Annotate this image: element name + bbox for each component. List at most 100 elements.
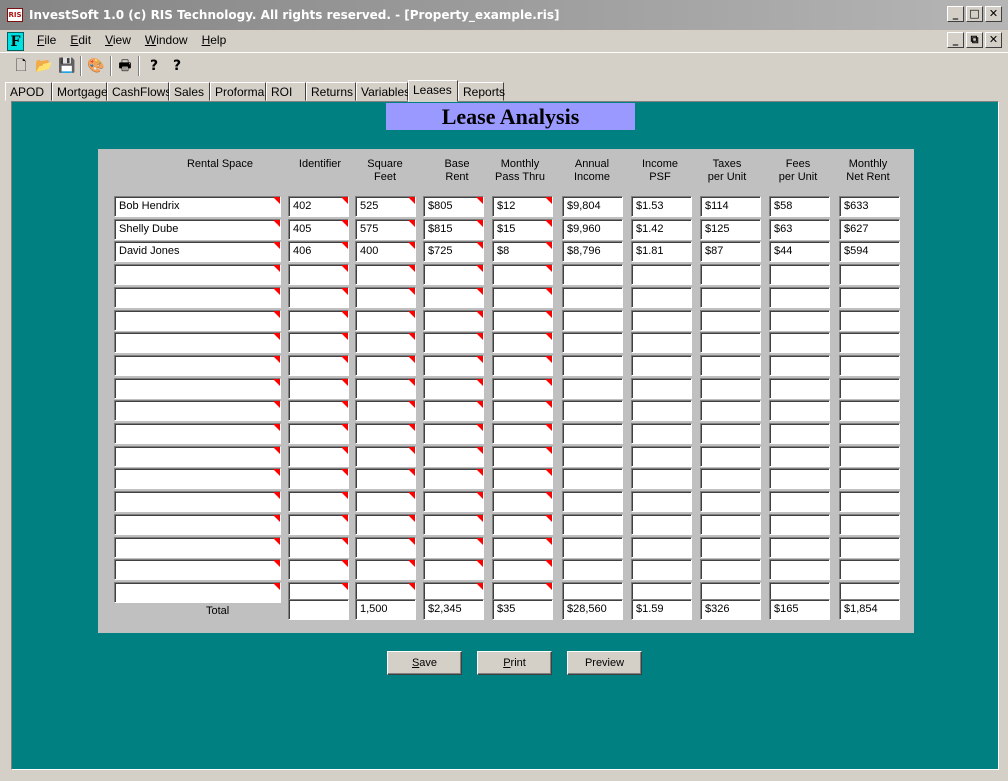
cell-monthly-net-rent[interactable] <box>839 287 900 308</box>
color-palette-icon[interactable]: 🎨 <box>85 56 107 76</box>
total-monthly-pass-thru[interactable]: $35 <box>492 599 553 620</box>
cell-identifier[interactable] <box>288 468 349 489</box>
cell-rental-space[interactable]: Shelly Dube <box>114 219 281 240</box>
print-button[interactable]: Print <box>477 651 552 675</box>
cell-fees-per-unit[interactable] <box>769 423 830 444</box>
cell-fees-per-unit[interactable] <box>769 264 830 285</box>
cell-monthly-net-rent[interactable] <box>839 514 900 535</box>
cell-income-psf[interactable]: $1.81 <box>631 241 692 262</box>
cell-square-feet[interactable] <box>355 423 416 444</box>
cell-annual-income[interactable] <box>562 491 623 512</box>
cell-base-rent[interactable] <box>423 310 484 331</box>
cell-monthly-pass-thru[interactable] <box>492 446 553 467</box>
cell-identifier[interactable] <box>288 264 349 285</box>
printer-icon[interactable]: 🖶 <box>114 56 136 76</box>
cell-annual-income[interactable] <box>562 310 623 331</box>
menu-file[interactable]: File <box>30 32 63 48</box>
cell-fees-per-unit[interactable] <box>769 446 830 467</box>
cell-taxes-per-unit[interactable] <box>700 378 761 399</box>
cell-monthly-net-rent[interactable] <box>839 400 900 421</box>
cell-identifier[interactable] <box>288 287 349 308</box>
cell-monthly-net-rent[interactable] <box>839 378 900 399</box>
cell-base-rent[interactable] <box>423 514 484 535</box>
cell-annual-income[interactable] <box>562 446 623 467</box>
maximize-button[interactable]: □ <box>966 6 983 22</box>
cell-taxes-per-unit[interactable] <box>700 468 761 489</box>
cell-income-psf[interactable] <box>631 287 692 308</box>
tab-apod[interactable]: APOD <box>5 82 52 101</box>
total-square-feet[interactable]: 1,500 <box>355 599 416 620</box>
tab-mortgage[interactable]: Mortgage <box>52 82 108 101</box>
cell-fees-per-unit[interactable] <box>769 514 830 535</box>
cell-square-feet[interactable] <box>355 287 416 308</box>
cell-rental-space[interactable]: David Jones <box>114 241 281 262</box>
cell-fees-per-unit[interactable] <box>769 378 830 399</box>
app-logo-icon[interactable]: RIS <box>7 8 23 22</box>
cell-monthly-net-rent[interactable] <box>839 446 900 467</box>
cell-identifier[interactable] <box>288 446 349 467</box>
tab-cashflows[interactable]: CashFlows <box>107 82 171 101</box>
cell-fees-per-unit[interactable] <box>769 559 830 580</box>
tab-leases[interactable]: Leases <box>408 80 458 102</box>
cell-taxes-per-unit[interactable] <box>700 491 761 512</box>
cell-income-psf[interactable] <box>631 537 692 558</box>
context-help-icon[interactable]: ? <box>166 56 188 76</box>
tab-variables[interactable]: Variables <box>356 82 410 101</box>
cell-annual-income[interactable] <box>562 355 623 376</box>
save-button[interactable]: Save <box>387 651 462 675</box>
cell-monthly-net-rent[interactable] <box>839 537 900 558</box>
cell-income-psf[interactable] <box>631 400 692 421</box>
cell-square-feet[interactable] <box>355 378 416 399</box>
cell-base-rent[interactable] <box>423 423 484 444</box>
cell-income-psf[interactable] <box>631 355 692 376</box>
cell-annual-income[interactable] <box>562 264 623 285</box>
cell-monthly-pass-thru[interactable] <box>492 559 553 580</box>
cell-income-psf[interactable] <box>631 491 692 512</box>
cell-square-feet[interactable] <box>355 355 416 376</box>
cell-square-feet[interactable] <box>355 400 416 421</box>
cell-rental-space[interactable] <box>114 423 281 444</box>
menu-edit[interactable]: Edit <box>63 32 98 48</box>
tab-proforma[interactable]: Proforma <box>210 82 266 101</box>
cell-rental-space[interactable] <box>114 582 281 603</box>
cell-taxes-per-unit[interactable] <box>700 310 761 331</box>
cell-identifier[interactable]: 402 <box>288 196 349 217</box>
cell-base-rent[interactable] <box>423 537 484 558</box>
total-annual-income[interactable]: $28,560 <box>562 599 623 620</box>
cell-monthly-pass-thru[interactable] <box>492 491 553 512</box>
cell-taxes-per-unit[interactable] <box>700 446 761 467</box>
cell-monthly-pass-thru[interactable] <box>492 378 553 399</box>
cell-base-rent[interactable] <box>423 287 484 308</box>
total-monthly-net-rent[interactable]: $1,854 <box>839 599 900 620</box>
cell-taxes-per-unit[interactable] <box>700 355 761 376</box>
cell-monthly-net-rent[interactable] <box>839 491 900 512</box>
tab-returns[interactable]: Returns <box>306 82 356 101</box>
cell-fees-per-unit[interactable]: $63 <box>769 219 830 240</box>
open-folder-icon[interactable]: 📂 <box>33 56 55 76</box>
cell-base-rent[interactable] <box>423 559 484 580</box>
cell-monthly-pass-thru[interactable] <box>492 287 553 308</box>
cell-income-psf[interactable] <box>631 332 692 353</box>
cell-income-psf[interactable]: $1.53 <box>631 196 692 217</box>
total-fees-per-unit[interactable]: $165 <box>769 599 830 620</box>
cell-square-feet[interactable] <box>355 332 416 353</box>
cell-square-feet[interactable] <box>355 468 416 489</box>
cell-square-feet[interactable] <box>355 310 416 331</box>
document-icon[interactable]: F <box>7 32 24 51</box>
cell-monthly-pass-thru[interactable] <box>492 355 553 376</box>
cell-income-psf[interactable] <box>631 559 692 580</box>
tab-roi[interactable]: ROI <box>266 82 306 101</box>
cell-identifier[interactable] <box>288 332 349 353</box>
cell-taxes-per-unit[interactable] <box>700 559 761 580</box>
cell-rental-space[interactable] <box>114 332 281 353</box>
cell-identifier[interactable] <box>288 355 349 376</box>
cell-income-psf[interactable] <box>631 264 692 285</box>
cell-annual-income[interactable] <box>562 559 623 580</box>
cell-base-rent[interactable] <box>423 491 484 512</box>
menu-view[interactable]: View <box>98 32 138 48</box>
cell-monthly-pass-thru[interactable] <box>492 400 553 421</box>
doc-close-button[interactable]: ✕ <box>985 32 1002 48</box>
cell-square-feet[interactable] <box>355 491 416 512</box>
cell-taxes-per-unit[interactable] <box>700 287 761 308</box>
cell-fees-per-unit[interactable] <box>769 287 830 308</box>
